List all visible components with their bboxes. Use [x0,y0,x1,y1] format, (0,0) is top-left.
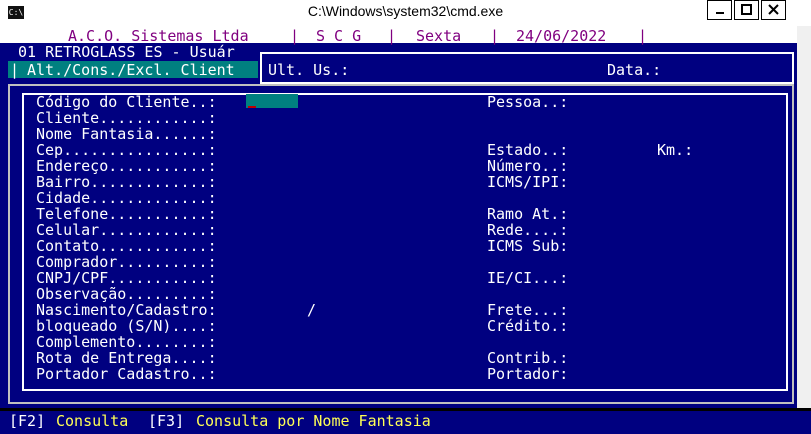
close-button[interactable] [761,0,786,20]
maximize-icon [741,4,752,15]
label-endereco: Endereço...........: [36,157,217,175]
label-rota-entrega: Rota de Entrega....: [36,349,217,367]
last-user-label: Ult. Us.: [268,61,350,79]
label-cep: Cep................: [36,141,217,159]
maximize-button[interactable] [734,0,759,20]
label-complemento: Complemento........: [36,333,217,351]
label-codigo-cliente: Código do Cliente..: [36,93,217,111]
current-date: 24/06/2022 [516,27,607,45]
minimize-button[interactable] [707,0,732,20]
separator: | [490,27,500,45]
label-nascimento-cadastro: Nascimento/Cadastro: [36,301,217,319]
company-user: 01 RETROGLASS ES - Usuár [18,43,235,61]
separator: | [387,27,397,45]
mode-marker: | [10,61,20,79]
f2-label[interactable]: Consulta [56,413,128,429]
label-credito: Crédito.: [487,317,569,335]
label-contrib: Contrib.: [487,349,569,367]
f3-label[interactable]: Consulta por Nome Fantasia [196,413,431,429]
window-title: C:\Windows\system32\cmd.exe [307,3,504,19]
label-icms-ipi: ICMS/IPI: [487,173,569,191]
label-cliente: Cliente............: [36,109,217,127]
label-bloqueado: bloqueado (S/N)....: [36,317,217,335]
label-contato: Contato............: [36,237,217,255]
label-km: Km.: [657,141,694,159]
label-pessoa: Pessoa..: [487,93,569,111]
minimize-icon [716,12,724,14]
label-comprador: Comprador..........: [36,253,217,271]
date-separator: / [307,301,317,319]
label-estado: Estado..: [487,141,569,159]
text-cursor [248,106,256,108]
label-ie-ci: IE/CI...: [487,269,569,287]
label-portador-cadastro: Portador Cadastro..: [36,365,217,383]
date-label: Data.: [607,61,662,79]
label-rede: Rede....: [487,221,569,239]
system-name: S C G [316,27,362,45]
separator: | [638,27,648,45]
label-nome-fantasia: Nome Fantasia......: [36,125,217,143]
label-celular: Celular............: [36,221,217,239]
mode-label: Alt./Cons./Excl. Client [27,61,235,79]
label-portador: Portador: [487,365,569,383]
weekday: Sexta [416,27,462,45]
f3-key: [F3] [148,412,185,430]
vertical-scrollbar[interactable] [797,26,811,408]
label-observacao: Observação.........: [36,285,217,303]
label-cidade: Cidade.............: [36,189,217,207]
label-cnpj-cpf: CNPJ/CPF...........: [36,269,217,287]
label-bairro: Bairro.............: [36,173,217,191]
f2-key: [F2] [9,412,46,430]
label-telefone: Telefone...........: [36,205,217,223]
title-bar: C:\ C:\Windows\system32\cmd.exe [0,0,811,26]
label-frete: Frete...: [487,301,569,319]
company-name: A.C.O. Sistemas Ltda [68,27,249,45]
label-ramo: Ramo At.: [487,205,569,223]
close-icon [768,4,779,15]
label-numero: Número..: [487,157,569,175]
separator: | [290,27,300,45]
label-icms-sub: ICMS Sub: [487,237,569,255]
